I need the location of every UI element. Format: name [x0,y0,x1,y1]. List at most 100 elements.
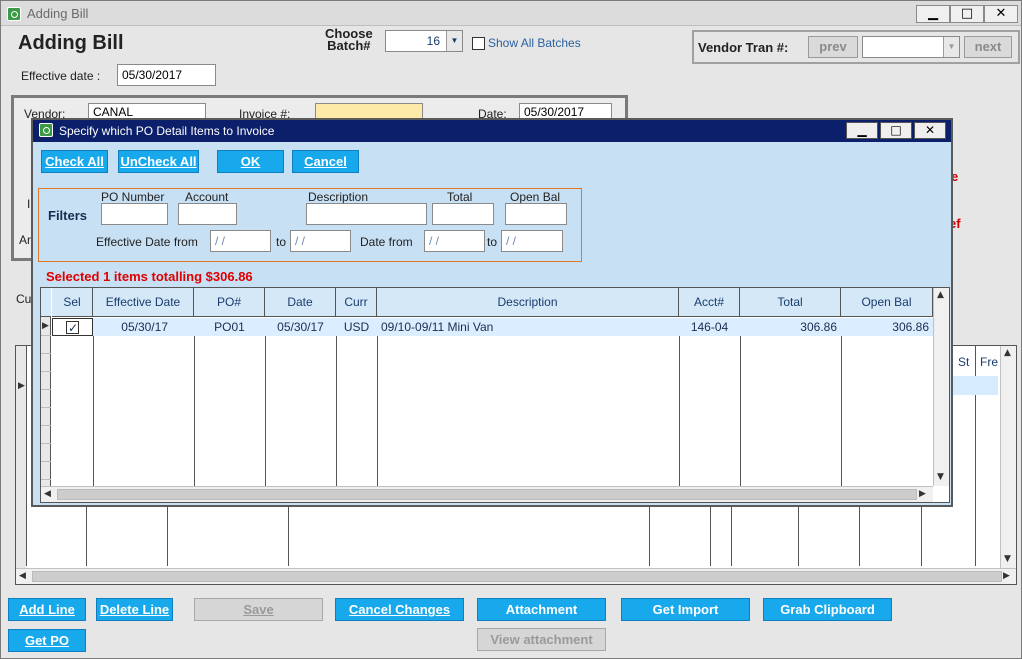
scroll-thumb[interactable] [57,489,917,500]
close-icon[interactable]: ✕ [914,122,946,139]
grid-header: Sel Effective Date PO# Date Curr Descrip… [52,288,933,317]
grab-clipboard-button[interactable]: Grab Clipboard [763,598,892,621]
attachment-button[interactable]: Attachment [477,598,606,621]
save-button[interactable]: Save [194,598,323,621]
cancel-button[interactable]: Cancel [292,150,359,173]
effective-date-cell: 05/30/17 [121,320,168,334]
get-po-button[interactable]: Get PO [8,629,86,652]
selected-summary: Selected 1 items totalling $306.86 [46,269,253,284]
eff-date-from-label: Effective Date from [96,235,198,249]
cancel-changes-button[interactable]: Cancel Changes [335,598,464,621]
row-header [41,336,51,354]
column-header-curr[interactable]: Curr [336,288,377,317]
grid-horizontal-scrollbar[interactable]: ◀ ▶ [41,486,933,502]
row-pointer-icon: ▶ [18,381,25,391]
grid-line [679,318,680,486]
grid-line [841,318,842,486]
uncheck-all-button[interactable]: UnCheck All [118,150,199,173]
column-header-description[interactable]: Description [377,288,679,317]
effective-date-label: Effective date : [21,69,101,83]
grid-vertical-scrollbar[interactable]: ▲ ▼ [933,288,949,486]
column-header-date[interactable]: Date [265,288,336,317]
ok-button[interactable]: OK [217,150,284,173]
scroll-arrow-icon[interactable]: ◀ [19,571,26,581]
column-header-po[interactable]: PO# [194,288,265,317]
scroll-arrow-icon[interactable]: ◀ [44,489,51,499]
row-pointer-icon: ▶ [42,321,49,331]
window-title: Adding Bill [27,6,89,21]
row-header [41,408,51,426]
grid-line [336,318,337,486]
grid-vertical-scrollbar[interactable]: ▲ ▼ [1000,346,1016,568]
dialog-titlebar[interactable]: Specify which PO Detail Items to Invoice… [33,120,951,142]
po-number-filter[interactable] [101,203,168,225]
vendor-tran-select[interactable]: ▼ [862,36,960,58]
effective-date-input[interactable]: 05/30/2017 [117,64,216,86]
row-select-checkbox[interactable] [66,319,79,335]
date-from-label: Date from [360,235,413,249]
view-attachment-button[interactable]: View attachment [477,628,606,651]
minimize-icon[interactable]: ▁ [916,5,950,23]
maximize-icon[interactable]: □ [880,122,912,139]
next-button[interactable]: next [964,36,1012,58]
batch-select[interactable]: 16 ▼ [385,30,463,52]
po-detail-dialog: Specify which PO Detail Items to Invoice… [31,118,953,507]
close-icon[interactable]: ✕ [984,5,1018,23]
grid-line [740,318,741,486]
minimize-icon[interactable]: ▁ [846,122,878,139]
vendor-tran-label: Vendor Tran #: [698,40,789,55]
date-to-label: to [487,235,498,249]
vendor-tran-panel: Vendor Tran #: prev ▼ next [692,30,1020,64]
grid-line [194,318,195,486]
eff-date-to-label: to [276,235,287,249]
batch-label: Choose Batch# [325,26,373,53]
add-line-button[interactable]: Add Line [8,598,86,621]
scroll-arrow-icon[interactable]: ▶ [1003,571,1010,581]
row-header-column: ▶ [41,288,51,486]
column-header-acct[interactable]: Acct# [679,288,740,317]
dropdown-arrow-icon[interactable]: ▼ [446,31,462,51]
check-all-button[interactable]: Check All [41,150,108,173]
scroll-arrow-icon[interactable]: ▶ [919,489,926,499]
total-filter[interactable] [432,203,494,225]
get-import-button[interactable]: Get Import [621,598,750,621]
scroll-thumb[interactable] [32,571,1002,582]
grid-line [93,318,94,486]
description-filter[interactable] [306,203,427,225]
grid-line [265,318,266,486]
grid-horizontal-scrollbar[interactable]: ◀ ▶ [16,568,1016,584]
scroll-arrow-icon[interactable]: ▼ [1004,554,1011,564]
show-all-batches-checkbox[interactable] [472,37,485,50]
table-row[interactable]: 05/30/17 PO01 05/30/17 USD 09/10-09/11 M… [52,318,933,336]
account-filter[interactable] [178,203,237,225]
scroll-arrow-icon[interactable]: ▼ [937,472,944,482]
column-header-effective-date[interactable]: Effective Date [93,288,194,317]
filters-label: Filters [48,208,88,223]
sel-cell[interactable] [52,318,93,336]
grid-line [26,346,27,566]
eff-date-from-input[interactable]: / / [210,230,271,252]
row-header [41,372,51,390]
row-header [41,426,51,444]
po-items-grid[interactable]: ▶ Sel Effective Date PO# Date Curr Descr… [40,287,950,503]
column-header-total[interactable]: Total [740,288,841,317]
column-header-fre: Fre [980,355,998,369]
open-bal-filter[interactable] [505,203,567,225]
date-to-input[interactable]: / / [501,230,563,252]
column-header-sel[interactable]: Sel [52,288,93,317]
column-header-open-bal[interactable]: Open Bal [841,288,933,317]
row-header [41,462,51,480]
account-label: Account [185,190,229,204]
maximize-icon[interactable]: □ [950,5,984,23]
dropdown-arrow-icon[interactable]: ▼ [943,37,959,57]
description-label: Description [308,190,369,204]
row-header[interactable]: ▶ [41,318,51,336]
delete-line-button[interactable]: Delete Line [96,598,173,621]
window-titlebar[interactable]: Adding Bill ▁ □ ✕ [1,1,1021,26]
prev-button[interactable]: prev [808,36,858,58]
scroll-arrow-icon[interactable]: ▲ [937,290,944,300]
date-from-input[interactable]: / / [424,230,485,252]
open-bal-label: Open Bal [510,190,561,204]
scroll-arrow-icon[interactable]: ▲ [1004,348,1011,358]
eff-date-to-input[interactable]: / / [290,230,351,252]
